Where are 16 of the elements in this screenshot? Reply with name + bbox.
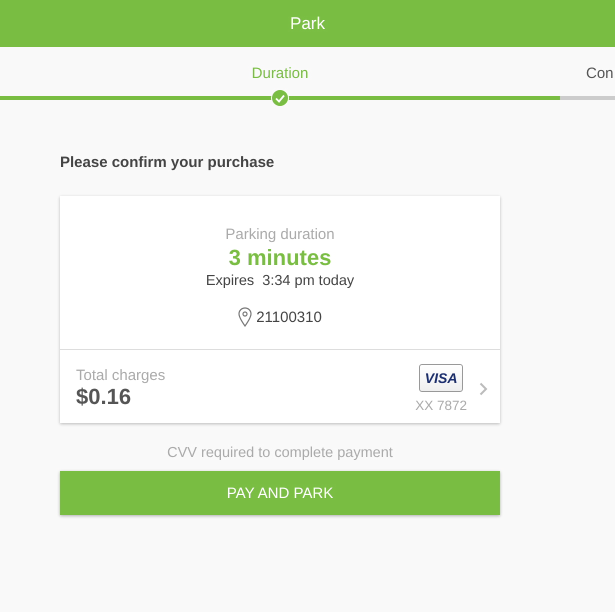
step-label[interactable]: Duration	[252, 65, 308, 107]
total-label: Total charges	[76, 367, 166, 384]
pay-button[interactable]: PAY AND PARK	[60, 471, 500, 515]
duration-label: Parking duration	[225, 226, 335, 243]
zone-number: 21100310	[256, 308, 322, 326]
chevron-right-icon[interactable]	[479, 382, 488, 396]
total-amount: $0.16	[76, 384, 132, 410]
confirm-heading: Please confirm your purchase	[60, 154, 274, 171]
expiry-text: Expires 3:34 pm today	[206, 273, 354, 289]
card-number: XX 7872	[415, 398, 467, 413]
location-pin-icon	[238, 307, 252, 327]
card-logo: VISA	[419, 364, 464, 392]
cvv-note: CVV required to complete payment	[166, 445, 394, 461]
step-label[interactable]: Con	[586, 65, 614, 82]
duration-value: 3 minutes	[228, 245, 332, 271]
header-title: Park	[290, 14, 325, 34]
